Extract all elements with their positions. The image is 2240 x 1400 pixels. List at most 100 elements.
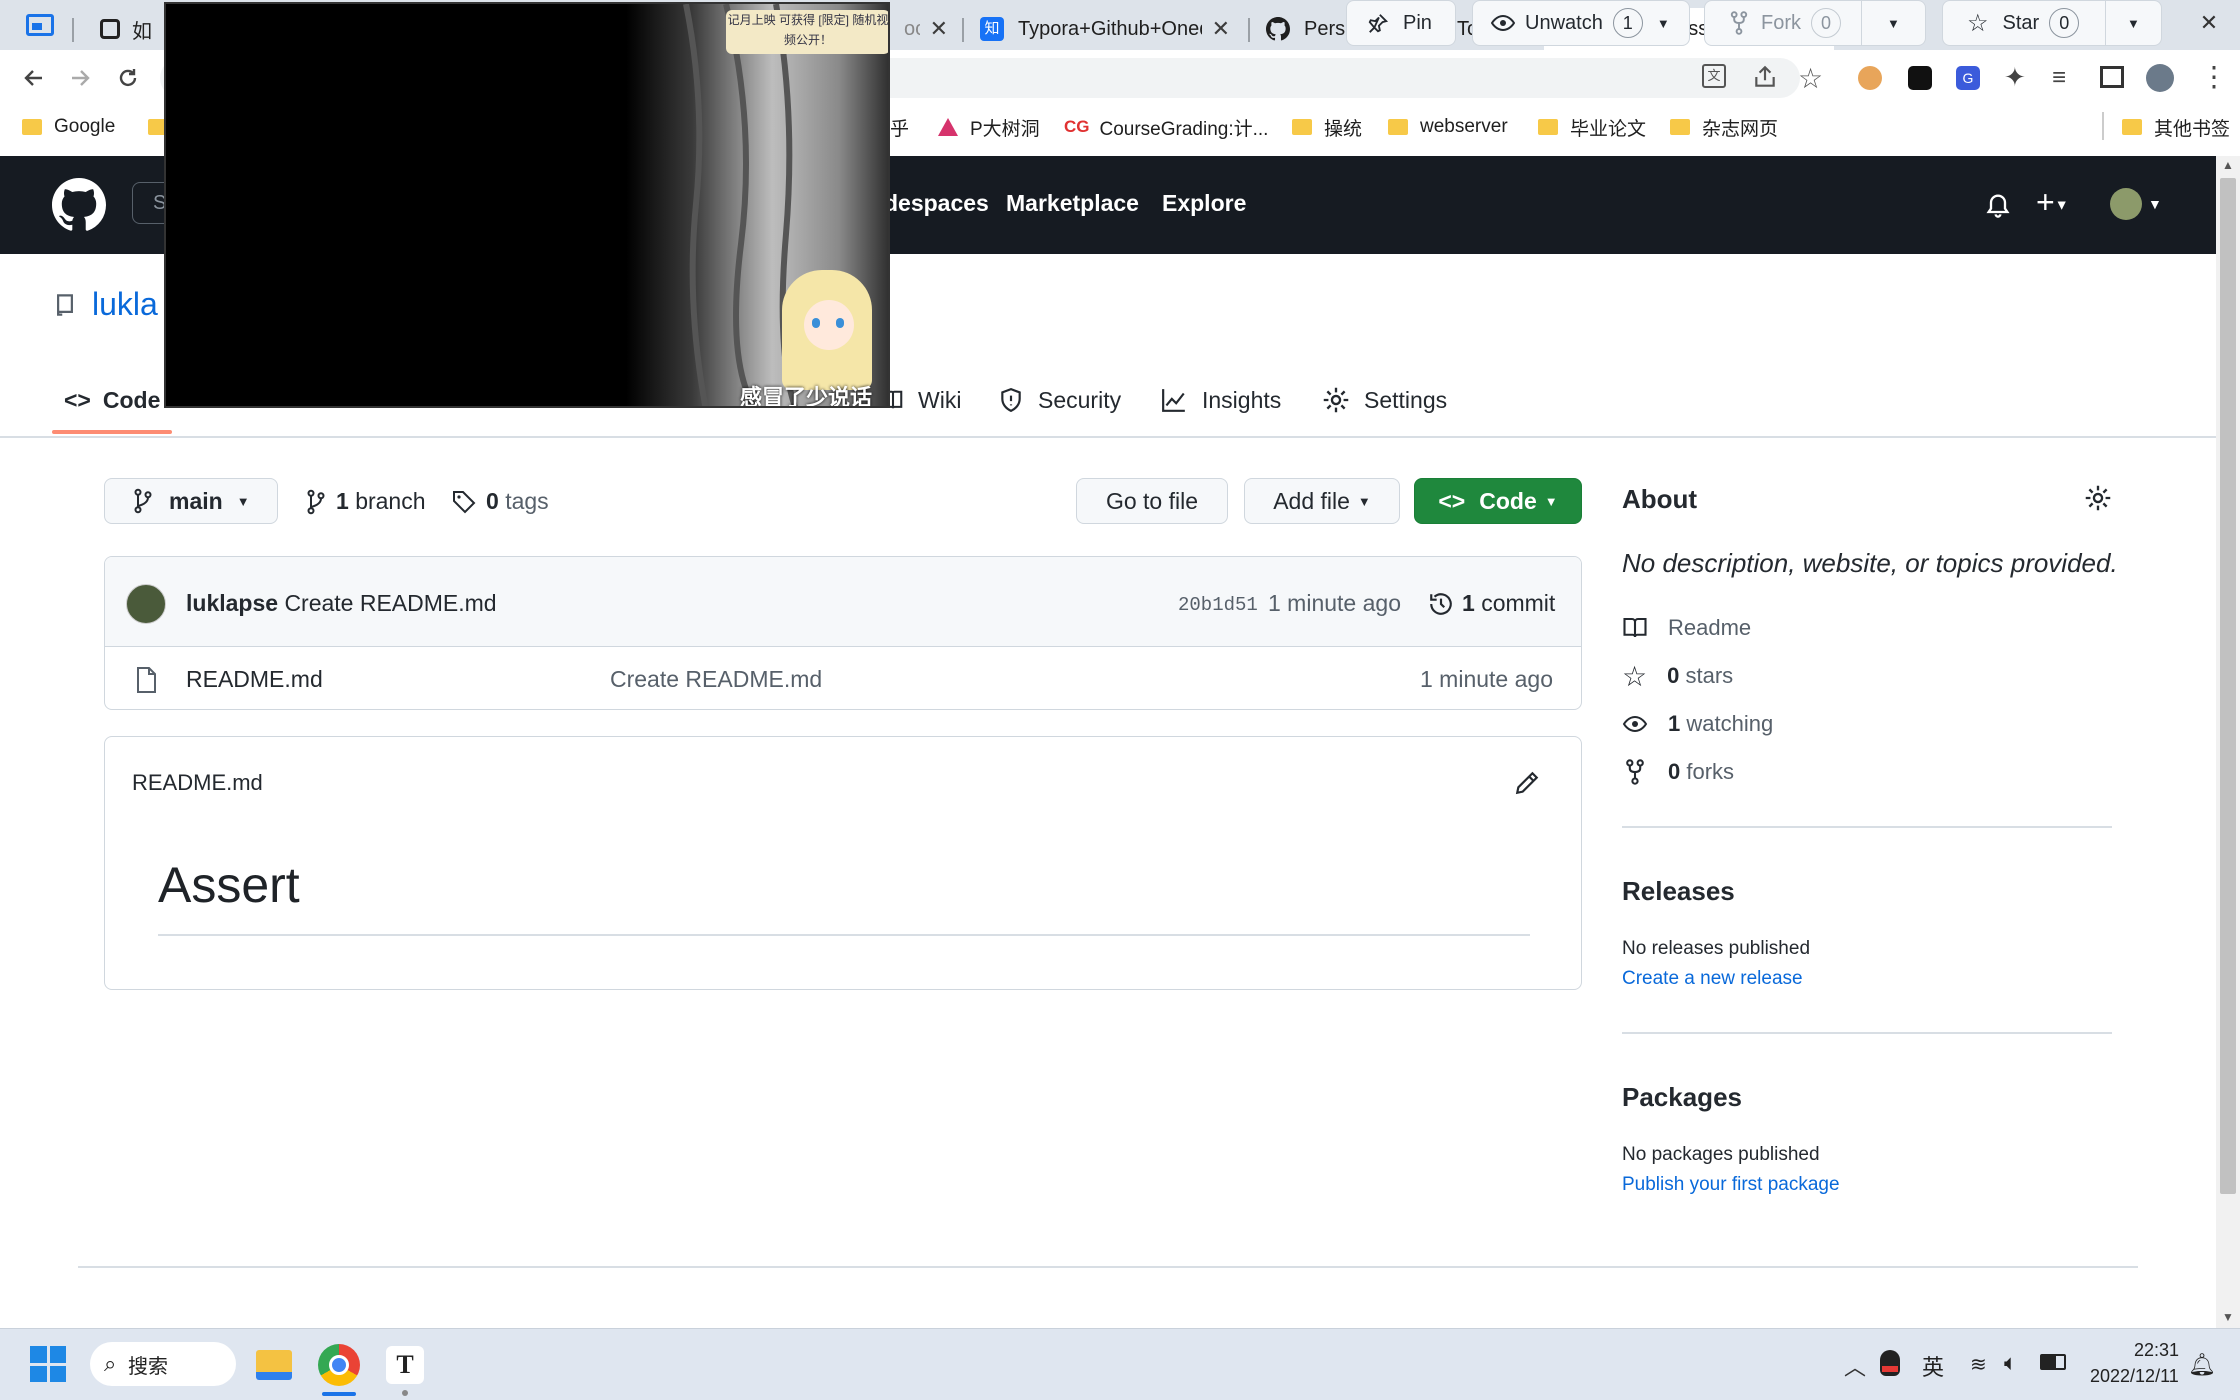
star-dropdown-caret-icon[interactable]: ▼: [2127, 16, 2140, 31]
bookmark-webserver[interactable]: webserver: [1388, 112, 1508, 142]
reload-icon[interactable]: [108, 58, 148, 98]
clock-time[interactable]: 22:31: [2134, 1340, 2179, 1361]
tab-security[interactable]: Security: [998, 380, 1121, 420]
nav-explore[interactable]: Explore: [1162, 190, 1246, 217]
tab-wiki[interactable]: Wiki: [882, 380, 961, 420]
releases-title[interactable]: Releases: [1622, 876, 1735, 907]
battery-icon[interactable]: [2040, 1354, 2066, 1370]
extension-black-icon[interactable]: [1908, 66, 1932, 90]
commit-author[interactable]: luklapse: [186, 590, 278, 616]
file-name-link[interactable]: README.md: [186, 666, 323, 693]
back-icon[interactable]: [14, 58, 54, 98]
branch-selector-button[interactable]: main ▼: [104, 478, 278, 524]
commit-author-avatar[interactable]: [126, 584, 166, 624]
file-explorer-icon[interactable]: [256, 1350, 292, 1380]
fork-button[interactable]: Fork 0 ▼: [1704, 0, 1926, 46]
readme-box: [104, 736, 1582, 990]
share-icon[interactable]: [1752, 64, 1778, 90]
tab-2-partial[interactable]: oc ✕: [890, 8, 962, 50]
go-to-file-button[interactable]: Go to file: [1076, 478, 1228, 524]
bookmark-zhihu[interactable]: 乎: [890, 112, 909, 142]
tab-search-icon[interactable]: [26, 14, 54, 36]
extensions-puzzle-icon[interactable]: ✦: [2004, 62, 2026, 93]
file-icon: [134, 666, 158, 694]
edit-pencil-icon[interactable]: [1514, 770, 1540, 796]
scroll-down-arrow-icon[interactable]: ▼: [2222, 1310, 2234, 1324]
github-logo-icon[interactable]: [52, 178, 106, 232]
volume-icon[interactable]: 🔈︎: [2004, 1350, 2017, 1376]
commits-link[interactable]: 1 commit: [1428, 590, 1555, 617]
floating-video-player[interactable]: 记月上映 可获得 [限定] 随机视频公开！ 感冒了少说话: [164, 2, 890, 408]
commit-hash[interactable]: 20b1d51: [1178, 594, 1258, 616]
notification-center-icon[interactable]: 🔔︎: [2188, 1352, 2216, 1378]
tab-typora-title: Typora+Github+Onedr: [1018, 17, 1202, 40]
file-commit-message[interactable]: Create README.md: [610, 666, 822, 693]
bookmark-google[interactable]: Google: [22, 112, 115, 142]
pin-button[interactable]: Pin: [1346, 0, 1456, 46]
about-settings-gear-icon[interactable]: [2084, 484, 2112, 512]
bookmark-thesis[interactable]: 毕业论文: [1538, 112, 1646, 142]
window-close-icon[interactable]: ✕: [2174, 0, 2240, 46]
create-release-link[interactable]: Create a new release: [1622, 968, 1803, 990]
scrollbar-thumb[interactable]: [2220, 178, 2236, 1194]
taskbar-search[interactable]: ⌕ 搜索: [90, 1342, 236, 1386]
tray-overflow-chevron-icon[interactable]: ︿: [1844, 1350, 1866, 1382]
about-watching-link[interactable]: 1 watching: [1622, 708, 1773, 740]
packages-title[interactable]: Packages: [1622, 1082, 1742, 1113]
table-row[interactable]: [134, 664, 1572, 694]
translate-icon[interactable]: 文: [1702, 64, 1726, 88]
repo-owner-link[interactable]: lukla: [92, 286, 158, 323]
add-file-button[interactable]: Add file ▼: [1244, 478, 1400, 524]
create-new-plus-icon[interactable]: +▼: [2036, 184, 2069, 221]
extension-translate-icon[interactable]: G: [1956, 66, 1980, 90]
media-control-icon[interactable]: ≡: [2052, 64, 2066, 92]
nav-marketplace[interactable]: Marketplace: [1006, 190, 1139, 217]
user-menu-chevron-icon[interactable]: ▼: [2148, 196, 2162, 212]
chrome-menu-icon[interactable]: ⋮: [2200, 60, 2228, 93]
bookmark-other[interactable]: 其他书签: [2122, 112, 2230, 142]
profile-avatar-icon[interactable]: [2146, 64, 2174, 92]
about-readme-link[interactable]: Readme: [1622, 612, 1751, 644]
side-panel-icon[interactable]: [2100, 66, 2124, 88]
extension-avatar-icon[interactable]: [1858, 66, 1882, 90]
ime-indicator[interactable]: 英: [1922, 1350, 1944, 1382]
cg-icon: CG: [1064, 117, 1090, 136]
tab-insights[interactable]: Insights: [1160, 380, 1281, 420]
qq-tray-icon[interactable]: [1880, 1350, 1900, 1376]
windows-start-icon[interactable]: [30, 1346, 66, 1382]
code-button[interactable]: <> Code ▼: [1414, 478, 1582, 524]
close-icon[interactable]: ✕: [930, 16, 948, 42]
tab-1[interactable]: 如何: [86, 8, 166, 50]
unwatch-button[interactable]: Unwatch 1 ▼: [1472, 0, 1690, 46]
bookmark-coursegrading[interactable]: CG CourseGrading:计...: [1064, 112, 1268, 142]
nav-codespaces[interactable]: despaces: [884, 190, 989, 217]
tags-link[interactable]: 0 tags: [452, 488, 549, 515]
folder-icon: [1292, 119, 1312, 135]
bookmark-magazine[interactable]: 杂志网页: [1670, 112, 1778, 142]
close-icon[interactable]: ✕: [1212, 16, 1230, 42]
sidebar-divider: [1622, 1032, 2112, 1034]
bookmark-os[interactable]: 操统: [1292, 112, 1362, 142]
tab-settings[interactable]: Settings: [1322, 380, 1447, 420]
wifi-icon[interactable]: ≋: [1970, 1352, 1987, 1377]
branches-link[interactable]: 1 branch: [306, 488, 426, 515]
watch-counter: 1: [1612, 8, 1643, 38]
star-button[interactable]: ☆ Star 0 ▼: [1942, 0, 2162, 46]
chrome-taskbar-icon[interactable]: [318, 1344, 360, 1386]
notification-bell-icon[interactable]: [1984, 190, 2012, 220]
forward-icon[interactable]: [60, 58, 100, 98]
user-avatar[interactable]: [2110, 188, 2142, 220]
bookmark-pku[interactable]: P大树洞: [938, 112, 1040, 142]
scroll-up-arrow-icon[interactable]: ▲: [2222, 158, 2234, 172]
about-stars-link[interactable]: ☆ 0 stars: [1622, 660, 1733, 692]
tab-typora[interactable]: 知 Typora+Github+Onedr ✕: [966, 8, 1244, 50]
typora-taskbar-icon[interactable]: T: [386, 1346, 424, 1384]
fork-dropdown-caret-icon[interactable]: ▼: [1887, 16, 1900, 31]
bookmark-star-icon[interactable]: ☆: [1798, 62, 1823, 95]
about-forks-link[interactable]: 0 forks: [1622, 756, 1734, 788]
commit-message[interactable]: Create README.md: [284, 590, 496, 616]
publish-package-link[interactable]: Publish your first package: [1622, 1174, 1840, 1196]
clock-date[interactable]: 2022/12/11: [2090, 1366, 2179, 1387]
tab-code[interactable]: <> Code: [64, 380, 160, 420]
readme-filename[interactable]: README.md: [132, 770, 263, 796]
